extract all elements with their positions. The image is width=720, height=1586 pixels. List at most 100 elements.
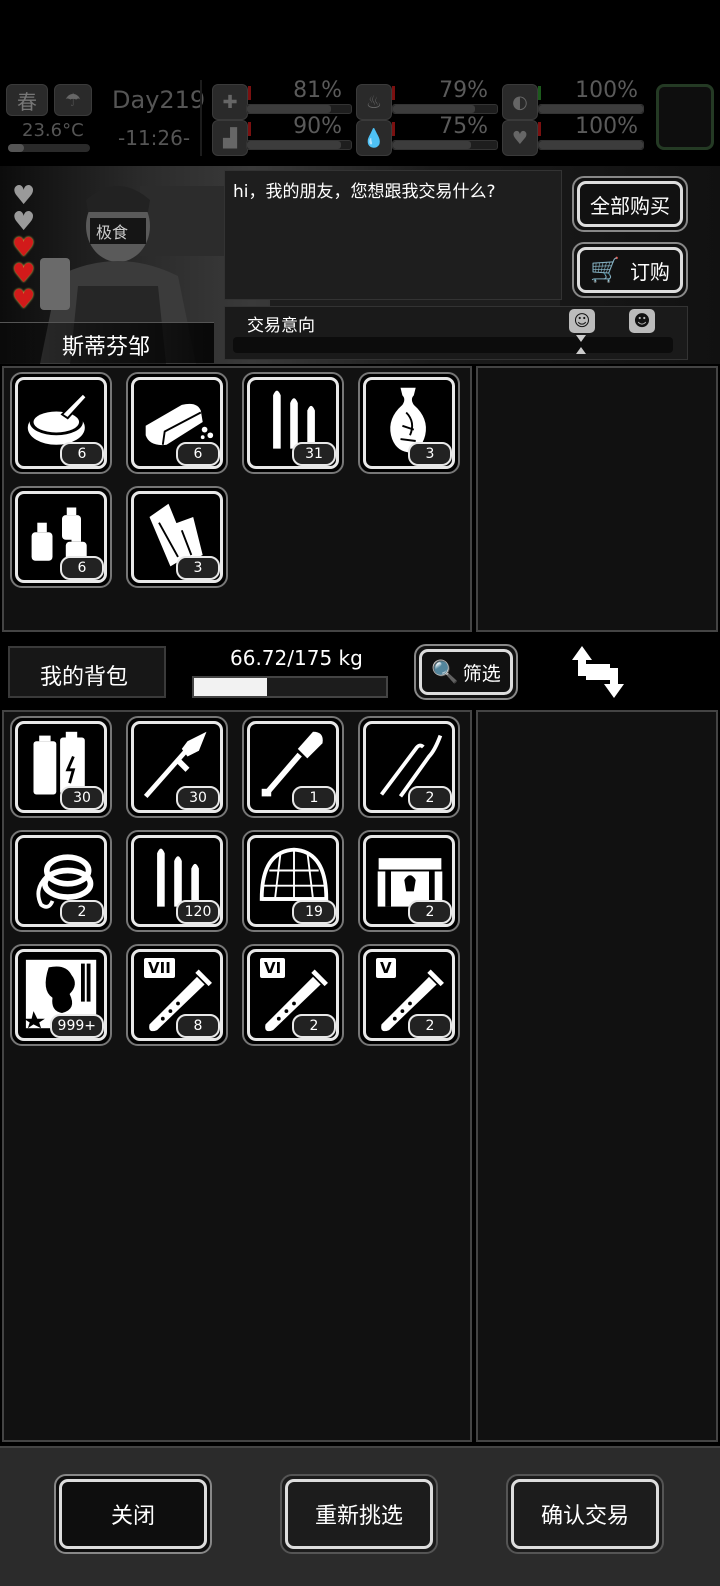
player-offer-panel — [476, 710, 718, 1442]
item-count: 3 — [176, 556, 220, 580]
item-slot[interactable]: 120 — [126, 830, 228, 932]
item-count: 19 — [292, 900, 336, 924]
buy-all-button[interactable]: 全部购买 — [572, 176, 688, 232]
weather-rain-icon: ☂ — [54, 84, 92, 116]
tier-label: VI — [258, 956, 288, 980]
item-count: 6 — [176, 442, 220, 466]
item-slot[interactable]: 1 — [242, 716, 344, 818]
trader-nameplate: 斯蒂芬邹 — [0, 322, 214, 363]
stat-value: 90% — [293, 114, 342, 139]
item-slot[interactable]: 2 — [358, 830, 460, 932]
weight-bar — [192, 676, 388, 698]
item-count: 6 — [60, 442, 104, 466]
trader-name: 斯蒂芬邹 — [62, 335, 151, 360]
swap-arrows-icon[interactable] — [570, 640, 626, 702]
intent-bar — [233, 337, 673, 353]
confirm-label: 确认交易 — [540, 1504, 629, 1529]
stat-value: 100% — [575, 114, 638, 139]
item-count: 2 — [408, 1014, 452, 1038]
item-count: 30 — [60, 786, 104, 810]
item-count: 1 — [292, 786, 336, 810]
trade-intent-panel: 交易意向 ☺ ☻ — [224, 306, 688, 360]
stat-bar — [392, 104, 498, 114]
stat-value: 81% — [293, 78, 342, 103]
item-count: 120 — [176, 900, 220, 924]
item-slot[interactable]: 19 — [242, 830, 344, 932]
item-count: 6 — [60, 556, 104, 580]
dialog-text: hi，我的朋友，您想跟我交易什么? — [233, 182, 496, 202]
buy-all-label: 全部购买 — [590, 193, 670, 218]
stat-bar — [392, 140, 498, 150]
trend-down-mark — [392, 122, 395, 136]
water-drop-icon: 💧 — [356, 120, 392, 156]
filter-button[interactable]: 🔍 筛选 — [414, 644, 518, 700]
item-slot[interactable]: 31 — [242, 372, 344, 474]
stat-bar — [538, 140, 644, 150]
item-slot[interactable]: VII 8 — [126, 944, 228, 1046]
backpack-label: 我的背包 — [40, 665, 129, 690]
dialog-box: hi，我的朋友，您想跟我交易什么? — [224, 170, 562, 300]
game-time: -11:26- — [118, 126, 191, 150]
reselect-button[interactable]: 重新挑选 — [280, 1474, 438, 1554]
stat-value: 79% — [439, 78, 488, 103]
intent-marker — [576, 347, 586, 354]
happy-face-icon: ☻ — [629, 309, 655, 333]
heart-full-icon: ♥ — [12, 259, 36, 289]
season-icon: 春 — [6, 84, 48, 116]
close-button[interactable]: 关闭 — [54, 1474, 212, 1554]
status-divider — [200, 80, 202, 156]
order-label: 订购 — [629, 259, 670, 284]
reselect-label: 重新挑选 — [314, 1504, 403, 1529]
svg-text:极食: 极食 — [96, 223, 128, 242]
item-slot[interactable]: 30 — [10, 716, 112, 818]
order-button[interactable]: 🛒 订购 — [572, 242, 688, 298]
trend-down-mark — [248, 122, 251, 136]
item-slot[interactable]: 2 — [358, 716, 460, 818]
intent-marker — [576, 335, 586, 342]
backpack-weight: 66.72/175 kg — [230, 646, 363, 670]
boot-icon: ▟ — [212, 120, 248, 156]
filter-label: 筛选 — [462, 662, 501, 685]
item-slot[interactable]: 3 — [358, 372, 460, 474]
day-counter: Day219 — [112, 86, 206, 114]
item-slot[interactable]: 999+ — [10, 944, 112, 1046]
stat-value: 100% — [575, 78, 638, 103]
item-count: 8 — [176, 1014, 220, 1038]
item-slot[interactable]: 6 — [10, 372, 112, 474]
item-slot[interactable]: VI 2 — [242, 944, 344, 1046]
item-slot[interactable]: 2 — [10, 830, 112, 932]
temperature: 23.6°C — [22, 120, 84, 141]
confirm-trade-button[interactable]: 确认交易 — [506, 1474, 664, 1554]
pill-icon: ◐ — [502, 84, 538, 120]
stat-value: 75% — [439, 114, 488, 139]
item-count: 2 — [408, 900, 452, 924]
item-count: 2 — [60, 900, 104, 924]
item-slot[interactable]: 6 — [10, 486, 112, 588]
item-slot[interactable]: 30 — [126, 716, 228, 818]
shopping-cart-icon: 🛒 — [590, 256, 620, 284]
stomach-icon: ♨ — [356, 84, 392, 120]
backpack-title-box: 我的背包 — [8, 646, 166, 698]
trend-down-mark — [538, 122, 541, 136]
tier-label: VII — [142, 956, 177, 980]
item-slot[interactable]: 6 — [126, 372, 228, 474]
item-count: 999+ — [49, 1014, 104, 1038]
backpack-inventory-panel — [2, 710, 472, 1442]
stat-bar — [246, 140, 352, 150]
status-slot[interactable] — [656, 84, 714, 150]
item-slot[interactable]: V2 — [358, 944, 460, 1046]
medkit-icon: ✚ — [212, 84, 248, 120]
heart-empty-icon: ♥ — [12, 181, 36, 211]
item-count: 31 — [292, 442, 336, 466]
tier-label: V — [374, 956, 398, 980]
trend-down-mark — [392, 86, 395, 100]
item-slot[interactable]: 3 — [126, 486, 228, 588]
heart-empty-icon: ♥ — [12, 207, 36, 237]
neutral-face-icon: ☺ — [569, 309, 595, 333]
stat-bar — [538, 104, 644, 114]
item-count: 2 — [408, 786, 452, 810]
weight-bar-fill — [194, 678, 268, 696]
stat-bar — [246, 104, 352, 114]
close-label: 关闭 — [110, 1504, 155, 1529]
trend-down-mark — [248, 86, 251, 100]
